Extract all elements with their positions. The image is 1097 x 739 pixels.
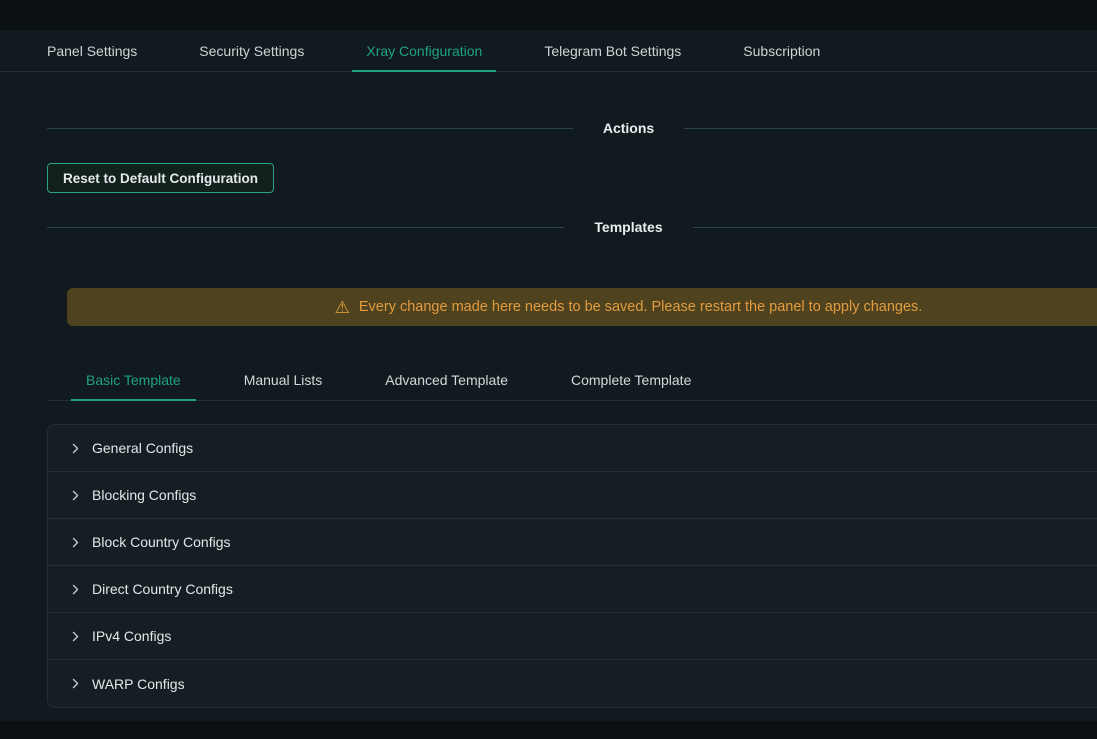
- templates-divider: Templates: [47, 216, 1097, 238]
- templates-divider-label: Templates: [594, 219, 662, 235]
- chevron-right-icon: [70, 490, 81, 501]
- collapse-header-label: WARP Configs: [92, 676, 185, 692]
- chevron-right-icon: [70, 537, 81, 548]
- tab-security-settings[interactable]: Security Settings: [185, 30, 318, 71]
- restart-warning-alert: ⚠ Every change made here needs to be sav…: [67, 288, 1097, 326]
- collapse-header-label: General Configs: [92, 440, 193, 456]
- collapse-header-label: Block Country Configs: [92, 534, 231, 550]
- tab-manual-lists[interactable]: Manual Lists: [229, 359, 338, 400]
- chevron-right-icon: [70, 443, 81, 454]
- tab-complete-template[interactable]: Complete Template: [556, 359, 706, 400]
- collapse-header-block-country-configs[interactable]: Block Country Configs: [48, 519, 1097, 566]
- collapse-header-label: Blocking Configs: [92, 487, 196, 503]
- settings-card: Panel Settings Security Settings Xray Co…: [0, 30, 1097, 721]
- collapse-header-general-configs[interactable]: General Configs: [48, 425, 1097, 472]
- actions-divider: Actions: [47, 117, 1097, 139]
- actions-divider-label: Actions: [603, 120, 654, 136]
- tab-basic-template[interactable]: Basic Template: [71, 359, 196, 400]
- collapse-header-label: Direct Country Configs: [92, 581, 233, 597]
- tab-subscription[interactable]: Subscription: [729, 30, 834, 71]
- collapse-header-ipv4-configs[interactable]: IPv4 Configs: [48, 613, 1097, 660]
- tab-xray-configuration[interactable]: Xray Configuration: [352, 30, 496, 71]
- reset-to-default-configuration-button[interactable]: Reset to Default Configuration: [47, 163, 274, 193]
- restart-warning-text: Every change made here needs to be saved…: [359, 299, 922, 315]
- configs-accordion: General Configs Blocking Configs Block C…: [47, 424, 1097, 708]
- tab-telegram-bot-settings[interactable]: Telegram Bot Settings: [530, 30, 695, 71]
- divider-line: [684, 128, 1097, 129]
- chevron-right-icon: [70, 678, 81, 689]
- divider-line: [47, 227, 564, 228]
- collapse-header-label: IPv4 Configs: [92, 628, 171, 644]
- collapse-header-warp-configs[interactable]: WARP Configs: [48, 660, 1097, 707]
- settings-tab-bar: Panel Settings Security Settings Xray Co…: [0, 30, 1097, 72]
- divider-line: [693, 227, 1097, 228]
- xray-configuration-panel: Actions Reset to Default Configuration T…: [47, 117, 1097, 708]
- collapse-header-direct-country-configs[interactable]: Direct Country Configs: [48, 566, 1097, 613]
- chevron-right-icon: [70, 631, 81, 642]
- divider-line: [47, 128, 573, 129]
- tab-advanced-template[interactable]: Advanced Template: [370, 359, 523, 400]
- template-tab-bar: Basic Template Manual Lists Advanced Tem…: [47, 359, 1097, 401]
- chevron-right-icon: [70, 584, 81, 595]
- warning-triangle-icon: ⚠: [335, 299, 350, 316]
- tab-panel-settings[interactable]: Panel Settings: [33, 30, 151, 71]
- collapse-header-blocking-configs[interactable]: Blocking Configs: [48, 472, 1097, 519]
